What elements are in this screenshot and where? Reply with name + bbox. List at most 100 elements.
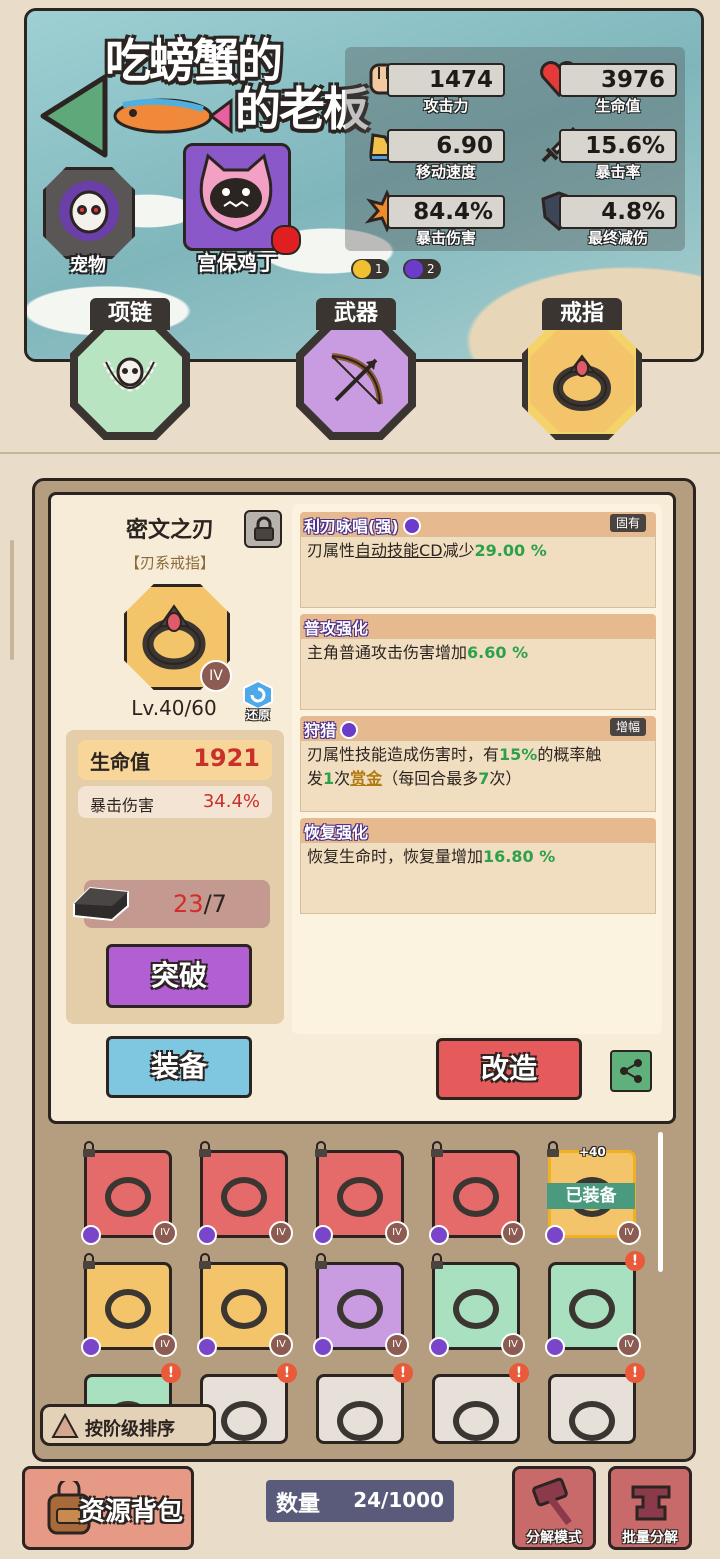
ring-icon: [337, 1177, 383, 1217]
stat-label: 移动速度: [415, 163, 476, 181]
slot-weapon[interactable]: 武器: [294, 298, 418, 448]
ring-icon: [453, 1401, 499, 1441]
affix-text: （每回合最多: [382, 769, 479, 788]
stat-value: 84.4%: [387, 195, 505, 229]
affix-body: 恢复生命时，恢复量增加16.80 %: [300, 842, 656, 914]
inventory-item[interactable]: IV: [197, 1141, 293, 1245]
ring-icon: [569, 1289, 615, 1329]
affix-keyword[interactable]: 赏金: [350, 769, 382, 788]
lock-icon: [545, 1141, 561, 1157]
lock-button[interactable]: [244, 510, 282, 548]
alert-icon: !: [625, 1251, 645, 1271]
tier-badge: IV: [269, 1333, 293, 1357]
breakthrough-button[interactable]: 突破: [106, 944, 252, 1008]
lock-icon: [313, 1141, 329, 1157]
affix-text: 次: [334, 769, 351, 788]
share-button[interactable]: [610, 1050, 652, 1092]
affix-header: 恢复强化: [300, 818, 656, 842]
inventory-item[interactable]: IV: [313, 1141, 409, 1245]
rarity-icon: [545, 1225, 565, 1245]
affix-header: 利刃咏唱(强) 固有: [300, 512, 656, 536]
sub-stat-value: 34.4%: [202, 791, 260, 812]
restore-label: 还原: [245, 708, 270, 722]
reforge-button[interactable]: 改造: [436, 1038, 582, 1100]
buff-badge-swirl[interactable]: 2: [403, 259, 441, 279]
rarity-icon: [313, 1225, 333, 1245]
tier-badge: IV: [269, 1221, 293, 1245]
stat-label: 暴击率: [595, 163, 641, 181]
affix-body: 刃属性技能造成伤害时，有15%的概率触 发1次赏金（每回合最多7次）: [300, 740, 656, 812]
affix-keyword[interactable]: 自动技能CD: [355, 541, 443, 560]
slot-label: 项链: [90, 298, 170, 330]
affix-text: 主角普通攻击伤害增加: [307, 643, 468, 662]
resource-bag-label: 资源背包: [79, 1497, 184, 1527]
ring-icon: [221, 1401, 267, 1441]
tier-badge: IV: [501, 1333, 525, 1357]
equip-button[interactable]: 装备: [106, 1036, 252, 1098]
resource-bag-button[interactable]: 资源背包: [22, 1466, 194, 1550]
inventory-item[interactable]: IV: [429, 1253, 525, 1357]
inventory-item[interactable]: IV: [429, 1141, 525, 1245]
inventory-item[interactable]: ! IV: [545, 1251, 645, 1357]
ring-icon: [453, 1289, 499, 1329]
alert-icon: !: [625, 1363, 645, 1383]
affix-value: 16.80 %: [483, 847, 556, 866]
inventory-item[interactable]: IV: [197, 1253, 293, 1357]
stat-label: 最终减伤: [587, 229, 648, 247]
buff-badge-lightning[interactable]: 1: [351, 259, 389, 279]
stat-damage-reduction: 4.8% 最终减伤: [537, 189, 697, 251]
inventory-item[interactable]: !: [432, 1363, 529, 1444]
ring-icon: [221, 1177, 267, 1217]
affix-text: 减少: [442, 541, 475, 560]
inventory-item[interactable]: IV: [313, 1253, 409, 1357]
page-scrollbar[interactable]: [10, 540, 14, 660]
slot-necklace[interactable]: 项链: [68, 298, 192, 448]
affix-value: 6.60 %: [467, 643, 529, 662]
affix-name: 恢复强化: [304, 823, 369, 842]
restore-button[interactable]: 还原: [238, 680, 278, 724]
buff-count: 2: [427, 262, 435, 276]
inventory-item[interactable]: IV: [81, 1253, 177, 1357]
stat-value: 15.6%: [559, 129, 677, 163]
affix-tag: 增幅: [609, 718, 646, 736]
ring-icon: [553, 354, 611, 411]
alert-icon: !: [161, 1363, 181, 1383]
item-name: 密文之刃: [125, 518, 214, 543]
material-count: 23/7: [150, 890, 250, 918]
inventory-item[interactable]: !: [548, 1363, 645, 1444]
slot-label: 戒指: [542, 298, 622, 330]
rarity-icon: [429, 1337, 449, 1357]
skull-necklace-icon: [102, 357, 158, 392]
share-icon: [620, 1059, 642, 1083]
equipped-label: 已装备: [547, 1183, 635, 1209]
pet-card[interactable]: [43, 167, 135, 259]
slot-ring-selected[interactable]: 戒指: [520, 298, 644, 448]
lock-icon: [313, 1253, 329, 1269]
rarity-icon: [81, 1225, 101, 1245]
affix-text: 刃属性: [307, 541, 356, 560]
stat-label: 攻击力: [423, 97, 469, 115]
affix-name: 普攻强化: [304, 619, 369, 638]
hammer-icon: [532, 1477, 572, 1526]
tier-badge: IV: [617, 1221, 641, 1245]
affix-header: 普攻强化: [300, 614, 656, 638]
swirl-icon: [340, 721, 359, 739]
fish-icon: [113, 98, 233, 134]
sub-stat-label: 暴击伤害: [90, 796, 155, 815]
stat-attack: 1474 攻击力: [365, 57, 525, 119]
stat-label: 生命值: [595, 97, 641, 115]
affix-tag: 固有: [609, 514, 646, 532]
inventory-item-equipped[interactable]: IV 已装备 +40: [545, 1141, 641, 1245]
batch-decompose-button[interactable]: 批量分解: [608, 1466, 692, 1550]
inventory-item[interactable]: !: [316, 1363, 413, 1444]
sort-button[interactable]: 按阶级排序: [40, 1404, 216, 1446]
rarity-icon: [197, 1225, 217, 1245]
stat-label: 暴击伤害: [415, 229, 476, 247]
ring-icon: [453, 1177, 499, 1217]
inventory-scrollbar[interactable]: [658, 1132, 663, 1272]
decompose-mode-button[interactable]: 分解模式: [512, 1466, 596, 1550]
stat-value: 4.8%: [559, 195, 677, 229]
affix-text: 次）: [489, 769, 522, 788]
inventory-item[interactable]: IV: [81, 1141, 177, 1245]
skull-pet-icon: [59, 181, 119, 241]
